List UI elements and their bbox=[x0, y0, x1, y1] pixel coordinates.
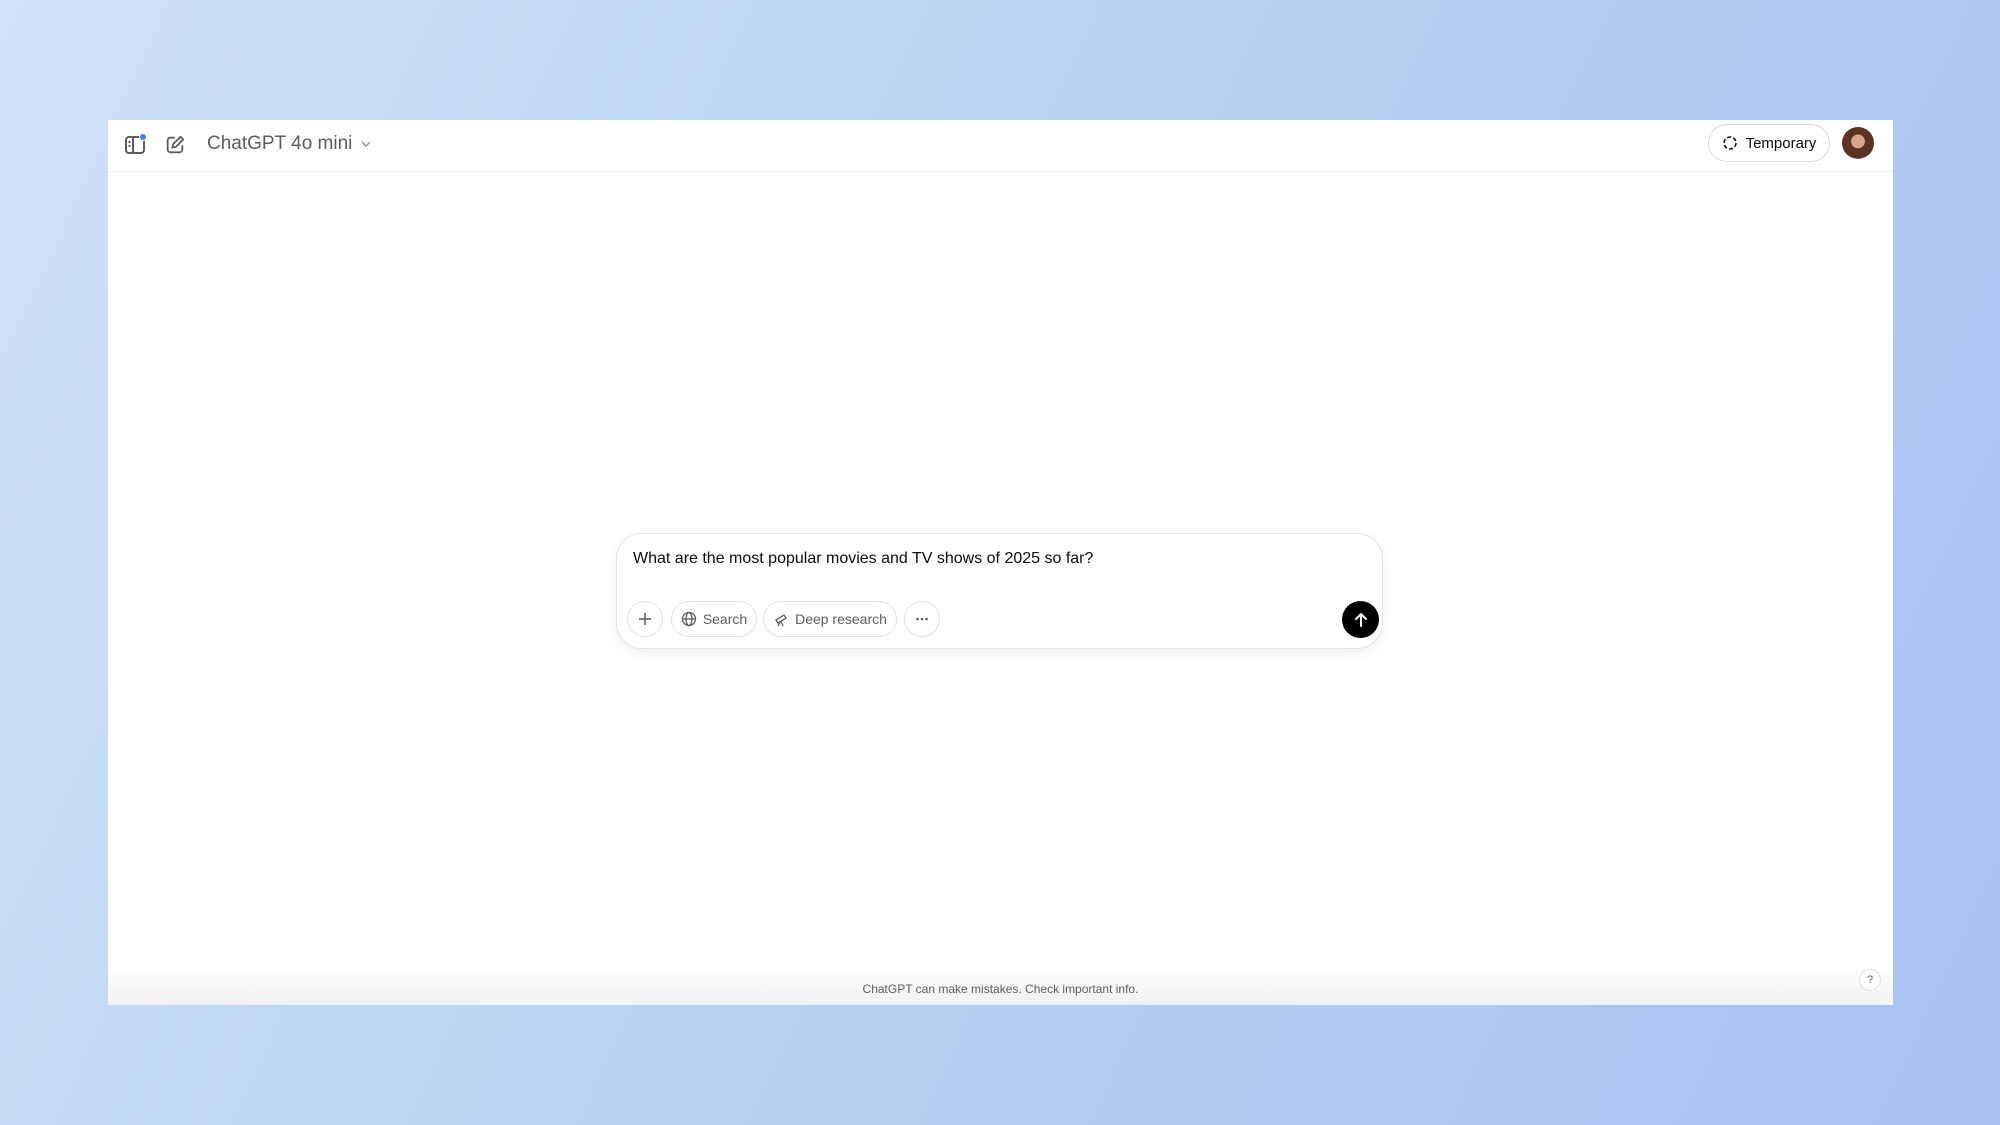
more-icon bbox=[916, 617, 928, 621]
composer: What are the most popular movies and TV … bbox=[616, 533, 1383, 649]
search-button[interactable]: Search bbox=[671, 601, 757, 637]
chat-window: ChatGPT 4o mini Temporary What can I hel… bbox=[108, 120, 1893, 1005]
chevron-down-icon bbox=[361, 141, 371, 148]
prompt-input[interactable]: What are the most popular movies and TV … bbox=[633, 550, 1093, 568]
top-bar: ChatGPT 4o mini Temporary bbox=[108, 120, 1893, 172]
model-title: ChatGPT 4o mini bbox=[207, 133, 353, 154]
attach-button[interactable] bbox=[627, 601, 663, 637]
edit-icon bbox=[166, 135, 185, 154]
avatar[interactable] bbox=[1842, 127, 1874, 159]
plus-icon bbox=[639, 613, 651, 625]
search-label: Search bbox=[702, 611, 748, 627]
telescope-icon bbox=[775, 614, 787, 627]
arrow-up-icon bbox=[1354, 612, 1367, 627]
more-tools-button[interactable] bbox=[904, 601, 940, 637]
sidebar-icon bbox=[125, 133, 147, 154]
sidebar-toggle-button[interactable] bbox=[122, 132, 148, 158]
temporary-chat-button[interactable]: Temporary bbox=[1708, 124, 1830, 162]
disclaimer: ChatGPT can make mistakes. Check importa… bbox=[862, 982, 1139, 996]
temporary-chat-icon bbox=[1722, 136, 1737, 150]
model-selector[interactable]: ChatGPT 4o mini bbox=[207, 133, 372, 155]
temporary-label: Temporary bbox=[1745, 134, 1817, 152]
globe-icon bbox=[681, 611, 696, 627]
deep-research-label: Deep research bbox=[795, 611, 887, 627]
new-chat-button[interactable] bbox=[162, 132, 188, 158]
deep-research-button[interactable]: Deep research bbox=[763, 601, 897, 637]
help-button[interactable]: ? bbox=[1859, 969, 1881, 991]
send-button[interactable] bbox=[1342, 601, 1379, 638]
